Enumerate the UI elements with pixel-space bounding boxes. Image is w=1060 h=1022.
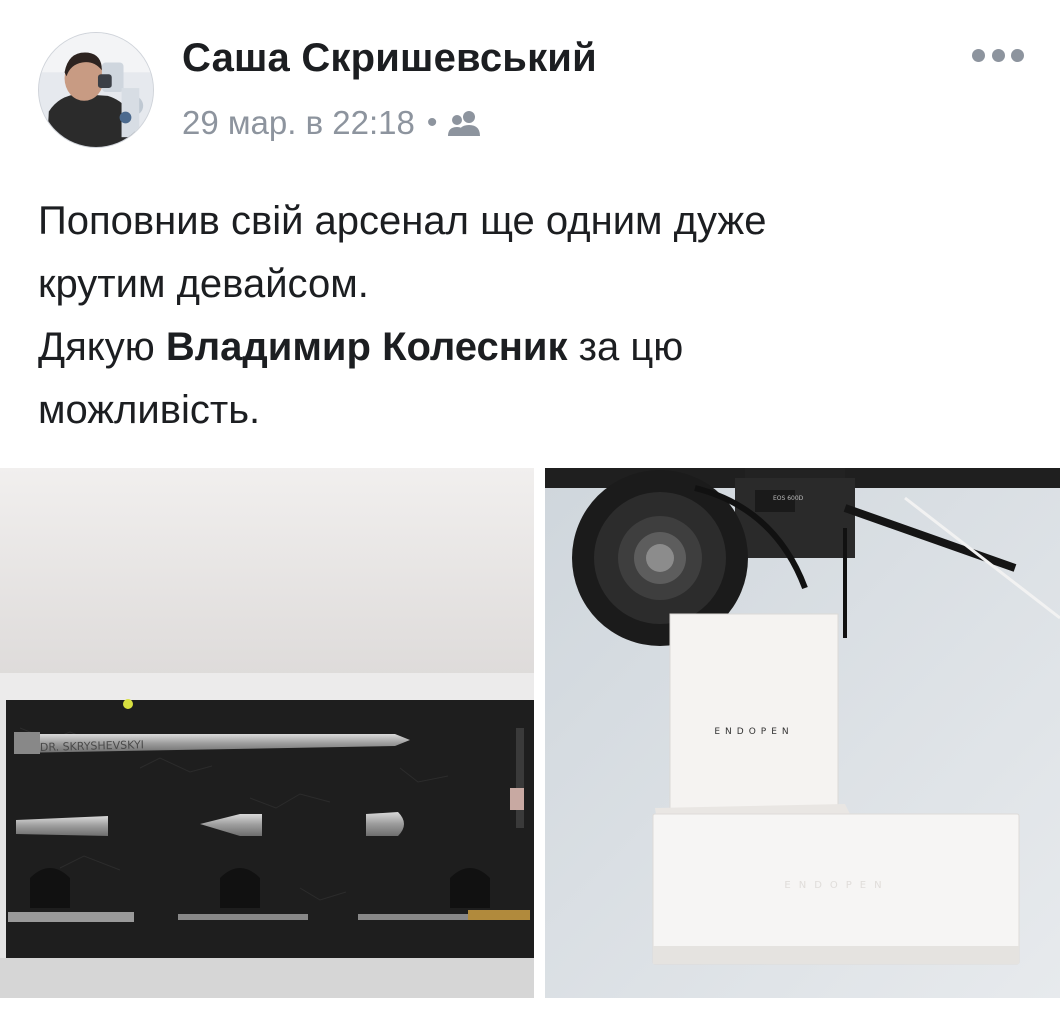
box-logo-text: ENDOPEN xyxy=(784,880,889,891)
camera-badge-text: EOS 600D xyxy=(773,495,804,502)
post-text-line: Дякую Владимир Колесник за цю xyxy=(38,316,1028,379)
post-meta: 29 мар. в 22:18 • xyxy=(182,103,483,143)
more-dot xyxy=(991,48,1005,62)
friends-icon[interactable] xyxy=(447,108,483,138)
author-name[interactable]: Саша Скришевський xyxy=(182,36,597,81)
endopen-box-image: EOS 600D ENDOPEN ENDOPEN xyxy=(545,468,1060,998)
meta-separator: • xyxy=(426,106,438,139)
post-text-line: Поповнив свій арсенал ще одним дуже xyxy=(38,199,767,243)
card-logo-text: ENDOPEN xyxy=(714,727,793,737)
photo-endopen-box[interactable]: EOS 600D ENDOPEN ENDOPEN xyxy=(545,468,1060,998)
facebook-post: Саша Скришевський 29 мар. в 22:18 • Попо… xyxy=(0,0,1060,1022)
post-text-line: крутим девайсом. xyxy=(38,262,369,306)
post-text-fragment: за цю xyxy=(567,325,684,369)
post-text-line: можливість. xyxy=(38,388,261,432)
more-dots-icon[interactable] xyxy=(972,44,1024,66)
author-avatar[interactable] xyxy=(38,32,154,148)
avatar-image xyxy=(39,33,153,147)
photo-instrument-case[interactable]: DR. SKRYSHEVSKYI xyxy=(0,468,534,998)
post-timestamp[interactable]: 29 мар. в 22:18 xyxy=(182,104,415,142)
mentioned-user-link[interactable]: Владимир Колесник xyxy=(166,325,568,369)
engraving-text: DR. SKRYSHEVSKYI xyxy=(40,738,144,754)
instrument-case-image: DR. SKRYSHEVSKYI xyxy=(0,468,534,998)
post-text: Поповнив свій арсенал ще одним дуже крут… xyxy=(38,190,1028,442)
more-dot xyxy=(1011,48,1024,62)
post-text-fragment: Дякую xyxy=(38,325,166,369)
more-dot xyxy=(972,48,985,62)
